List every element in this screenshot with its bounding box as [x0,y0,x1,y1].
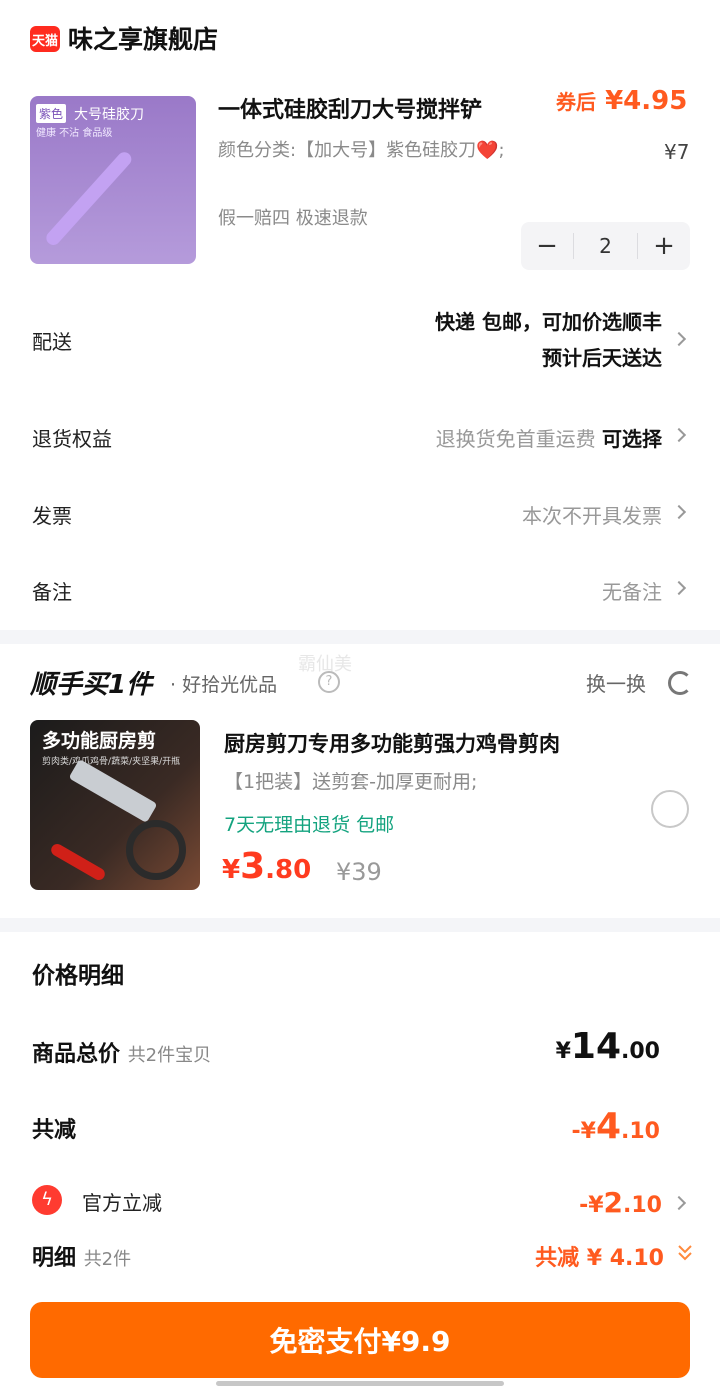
addon-product-spec[interactable]: 【1把装】送剪套-加厚更耐用; [224,767,477,794]
minus-button[interactable]: − [521,231,573,261]
tmall-logo: 天猫 [30,26,60,52]
image-features: 健康 不沾 食品级 [36,128,113,139]
delivery-method[interactable]: 快递 包邮，可加价选顺丰 [435,306,662,335]
scissors-handle-shape [126,820,186,880]
subtotal-label-text: 商品总价 [32,1042,121,1067]
addon-select-radio[interactable] [651,790,689,828]
product-coupon-price: 券后 ¥4.95 [556,86,687,116]
official-chevron-icon[interactable] [671,1195,687,1211]
coupon-price-value: ¥4.95 [605,86,688,116]
product-original-price: ¥7 [664,140,690,164]
plus-button[interactable]: + [638,231,690,261]
discount-int: 4 [595,1106,622,1147]
refresh-icon[interactable] [668,671,692,695]
pay-button[interactable]: 免密支付¥9.9 [30,1302,690,1378]
discount-dec: .10 [621,1119,660,1144]
scissors-blade-shape [68,758,158,824]
swap-button[interactable]: 换一换 [586,668,646,697]
pepper-shape [49,841,107,883]
discount-prefix: -¥ [571,1119,596,1144]
detail-label-text: 明细 [32,1246,77,1271]
subtotal-count: 共2件宝贝 [127,1045,212,1066]
returns-chevron-icon[interactable] [671,427,687,443]
official-prefix: -¥ [579,1193,604,1218]
subtotal-label: 商品总价 共2件宝贝 [32,1036,211,1068]
lightning-icon: ϟ [32,1185,62,1215]
product-thumbnail[interactable]: 紫色 大号硅胶刀 健康 不沾 食品级 [30,96,196,264]
home-indicator [216,1381,504,1386]
official-discount-amount[interactable]: -¥2.10 [579,1186,662,1219]
addon-original-price: ¥39 [336,858,382,886]
note-chevron-icon[interactable] [671,580,687,596]
invoice-chevron-icon[interactable] [671,504,687,520]
addon-service-tags: 7天无理由退货 包邮 [224,814,395,836]
image-headline: 多功能厨房剪 [42,730,157,752]
image-subline: 剪肉类/鸡爪鸡骨/蔬菜/夹坚果/开瓶 [42,757,181,767]
subtotal-int: 14 [570,1026,622,1067]
addon-price-int: 3 [240,846,266,887]
subtotal-dec: .00 [621,1039,660,1064]
store-name[interactable]: 味之享旗舰店 [68,20,218,56]
addon-price: ¥3.80 [222,846,311,887]
invoice-label: 发票 [32,504,72,528]
addon-brand: 顺手买1件 [30,670,153,700]
detail-label: 明细 共2件 [32,1240,131,1272]
detail-discount-total[interactable]: 共减 ¥ 4.10 [535,1240,664,1272]
returns-action[interactable]: 可选择 [602,427,662,451]
addon-product-thumbnail[interactable]: 多功能厨房剪 剪肉类/鸡爪鸡骨/蔬菜/夹坚果/开瓶 [30,720,200,890]
returns-benefit: 退换货免首重运费 [435,427,596,451]
delivery-chevron-icon[interactable] [671,331,687,347]
product-title[interactable]: 一体式硅胶刮刀大号搅拌铲 [218,92,482,124]
official-dec: .10 [623,1193,662,1218]
note-value[interactable]: 无备注 [602,576,662,605]
discount-label: 共减 [32,1118,77,1143]
addon-product-title[interactable]: 厨房剪刀专用多功能剪强力鸡骨剪肉 [224,728,560,758]
detail-count: 共2件 [83,1249,132,1270]
subtotal-amount: ¥14.00 [556,1026,660,1067]
returns-label: 退货权益 [32,427,112,451]
addon-price-dec: .80 [265,855,312,885]
product-spec[interactable]: 颜色分类:【加大号】紫色硅胶刀❤️; [218,136,508,166]
subtotal-currency: ¥ [555,1039,571,1064]
returns-value[interactable]: 退换货免首重运费 可选择 [436,423,662,452]
delivery-label: 配送 [32,330,72,354]
invoice-value[interactable]: 本次不开具发票 [522,500,662,529]
price-detail-title: 价格明细 [32,963,124,989]
official-int: 2 [603,1186,624,1219]
delivery-eta: 预计后天送达 [542,346,662,370]
quantity-value[interactable]: 2 [573,233,638,259]
spatula-handle-shape [43,149,135,248]
discount-amount: -¥4.10 [572,1106,661,1147]
addon-subtitle: · 好拾光优品 [170,674,278,696]
section-divider [0,630,720,644]
note-label: 备注 [32,580,72,604]
official-discount-label: 官方立减 [82,1191,162,1215]
image-color-tag: 紫色 [36,104,67,123]
section-divider [0,918,720,932]
coupon-label: 券后 [556,90,596,114]
product-service-tags: 假一赔四 极速退款 [218,208,368,229]
quantity-stepper[interactable]: − 2 + [521,222,690,270]
double-chevron-down-icon[interactable] [678,1244,692,1262]
image-product-name: 大号硅胶刀 [74,107,144,123]
help-icon[interactable]: ? [318,671,340,693]
addon-price-currency: ¥ [222,855,241,885]
